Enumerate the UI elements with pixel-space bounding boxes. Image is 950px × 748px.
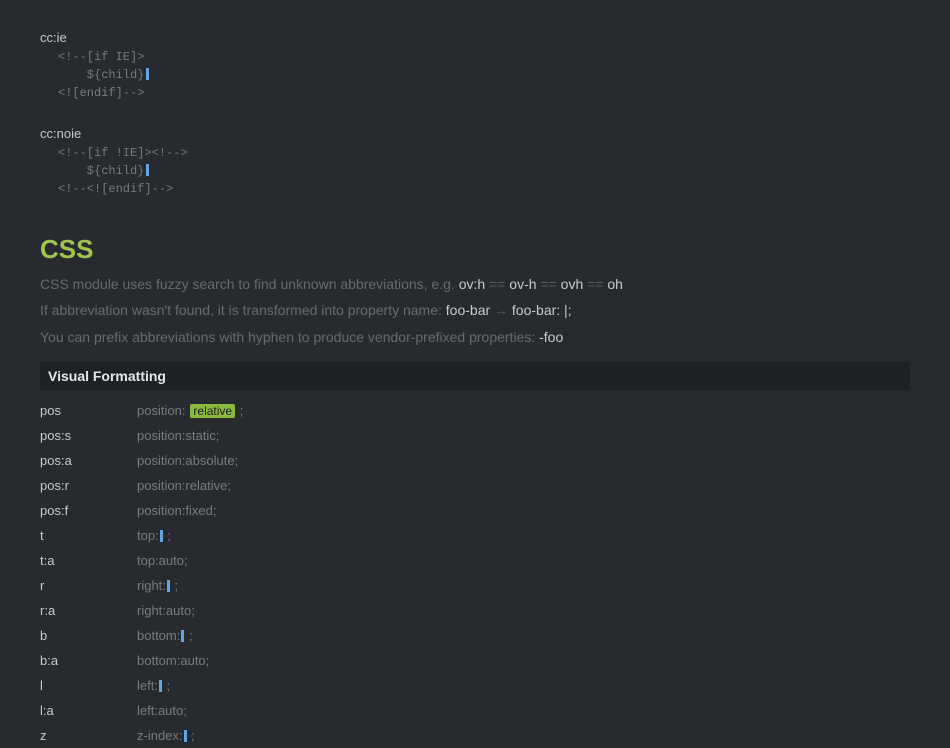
abbreviation: pos:a <box>40 453 137 468</box>
intro-transform-text: If abbreviation wasn't found, it is tran… <box>40 302 446 318</box>
intro-prefix-example: -foo <box>539 329 563 345</box>
arrow-icon: → <box>490 302 512 318</box>
table-row: b:abottom:auto; <box>40 648 910 673</box>
expansion: position:static; <box>137 428 219 443</box>
equals-separator: == <box>485 276 509 292</box>
section-visual-formatting: Visual Formatting <box>40 362 910 390</box>
abbreviation-table: posposition:relative ;pos:sposition:stat… <box>40 398 910 748</box>
table-row: l:aleft:auto; <box>40 698 910 723</box>
expansion: right:auto; <box>137 603 195 618</box>
table-row: bbottom: ; <box>40 623 910 648</box>
table-row: pos:sposition:static; <box>40 423 910 448</box>
cursor-icon <box>146 164 149 176</box>
intro-fuzzy-text: CSS module uses fuzzy search to find unk… <box>40 276 459 292</box>
table-row: posposition:relative ; <box>40 398 910 423</box>
abbreviation: l <box>40 678 137 693</box>
table-row: zz-index: ; <box>40 723 910 748</box>
table-row: rright: ; <box>40 573 910 598</box>
tabstop-placeholder: relative <box>190 404 235 418</box>
cursor-icon <box>167 580 170 592</box>
expansion: bottom:auto; <box>137 653 209 668</box>
intro-transform-to: foo-bar: |; <box>512 302 572 318</box>
abbreviation: r:a <box>40 603 137 618</box>
table-row: pos:fposition:fixed; <box>40 498 910 523</box>
abbreviation: b:a <box>40 653 137 668</box>
snippet-name: cc:noie <box>40 126 910 141</box>
snippet-code: <!--[if IE]> ${child} <![endif]--> <box>40 48 910 102</box>
abbreviation: r <box>40 578 137 593</box>
equals-separator: == <box>583 276 607 292</box>
intro-transform-from: foo-bar <box>446 302 490 318</box>
abbreviation: t <box>40 528 137 543</box>
expansion: position:relative ; <box>137 403 243 418</box>
abbreviation: pos:f <box>40 503 137 518</box>
intro-prefix-text: You can prefix abbreviations with hyphen… <box>40 329 539 345</box>
expansion: position:fixed; <box>137 503 217 518</box>
abbreviation: pos:s <box>40 428 137 443</box>
table-row: r:aright:auto; <box>40 598 910 623</box>
table-row: ttop: ; <box>40 523 910 548</box>
cursor-icon <box>184 730 187 742</box>
table-row: pos:rposition:relative; <box>40 473 910 498</box>
intro-transform: If abbreviation wasn't found, it is tran… <box>40 299 910 321</box>
expansion: z-index: ; <box>137 728 195 743</box>
expansion: bottom: ; <box>137 628 193 643</box>
intro-fuzzy: CSS module uses fuzzy search to find unk… <box>40 273 910 295</box>
expansion: left:auto; <box>137 703 187 718</box>
expansion: position:absolute; <box>137 453 238 468</box>
abbreviation: pos:r <box>40 478 137 493</box>
snippet-code: <!--[if !IE]><!--> ${child} <!--<![endif… <box>40 144 910 198</box>
table-row: pos:aposition:absolute; <box>40 448 910 473</box>
expansion: top: ; <box>137 528 171 543</box>
abbreviation: t:a <box>40 553 137 568</box>
snippet: cc:ie <!--[if IE]> ${child} <![endif]--> <box>40 30 910 102</box>
table-row: t:atop:auto; <box>40 548 910 573</box>
abbreviation: pos <box>40 403 137 418</box>
cheat-sheet-page: cc:ie<!--[if IE]> ${child} <![endif]-->c… <box>0 0 950 748</box>
expansion: left: ; <box>137 678 170 693</box>
css-heading: CSS <box>40 234 910 265</box>
table-row: lleft: ; <box>40 673 910 698</box>
cursor-icon <box>146 68 149 80</box>
fuzzy-variant: ovh <box>561 276 584 292</box>
snippet-name: cc:ie <box>40 30 910 45</box>
intro-prefix: You can prefix abbreviations with hyphen… <box>40 326 910 348</box>
cursor-icon <box>160 530 163 542</box>
fuzzy-variant: ov:h <box>459 276 485 292</box>
fuzzy-variant: ov-h <box>509 276 536 292</box>
intro-fuzzy-chain: ov:h == ov-h == ovh == oh <box>459 276 623 292</box>
expansion: right: ; <box>137 578 178 593</box>
html-snippets: cc:ie<!--[if IE]> ${child} <![endif]-->c… <box>40 30 910 198</box>
abbreviation: l:a <box>40 703 137 718</box>
snippet: cc:noie <!--[if !IE]><!--> ${child} <!--<… <box>40 126 910 198</box>
fuzzy-variant: oh <box>607 276 623 292</box>
expansion: top:auto; <box>137 553 188 568</box>
cursor-icon <box>181 630 184 642</box>
expansion: position:relative; <box>137 478 231 493</box>
abbreviation: z <box>40 728 137 743</box>
abbreviation: b <box>40 628 137 643</box>
equals-separator: == <box>537 276 561 292</box>
cursor-icon <box>159 680 162 692</box>
